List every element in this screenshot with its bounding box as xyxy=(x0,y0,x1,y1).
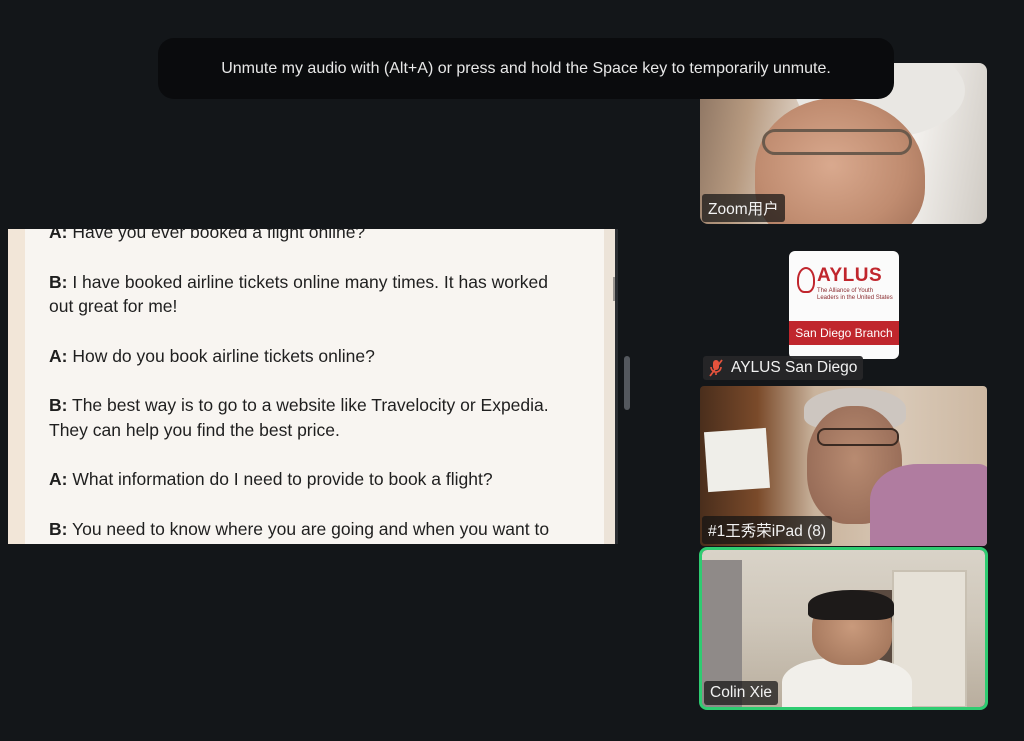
participant-tile-colin-xie[interactable]: Colin Xie xyxy=(699,547,988,710)
shared-screen[interactable]: A: Have you ever booked a flight online?… xyxy=(8,229,618,544)
split-divider-handle[interactable] xyxy=(624,356,630,410)
unmute-hint-toast: Unmute my audio with (Alt+A) or press an… xyxy=(158,38,894,99)
participant-name-tag: Colin Xie xyxy=(704,681,779,705)
aylus-tagline: The Alliance of Youth Leaders in the Uni… xyxy=(817,288,893,301)
aylus-logo: AYLUS xyxy=(817,265,883,286)
participant-tile-ipad[interactable]: #1王秀荣iPad (8) xyxy=(700,386,987,546)
participant-name-tag: AYLUS San Diego xyxy=(703,356,864,380)
dialogue-line: A: How do you book airline tickets onlin… xyxy=(49,345,375,366)
zoom-meeting-window: Unmute my audio with (Alt+A) or press an… xyxy=(0,0,1024,741)
dialogue-line: out great for me! xyxy=(49,296,178,316)
dialogue-line: B: You need to know where you are going … xyxy=(49,518,550,539)
shared-screen-edge xyxy=(615,229,618,544)
participant-name-tag: #1王秀荣iPad (8) xyxy=(702,516,833,544)
participant-avatar-aylus[interactable]: AYLUS The Alliance of Youth Leaders in t… xyxy=(789,251,899,359)
dialogue-line: They can help you find the best price. xyxy=(49,419,340,440)
lightbulb-icon xyxy=(797,267,815,293)
dialogue-line: A: Have you ever booked a flight online? xyxy=(49,229,366,242)
dialogue-line: B: The best way is to go to a website li… xyxy=(49,395,549,415)
dialogue-line: B: I have booked airline tickets online … xyxy=(49,271,548,292)
mic-off-icon xyxy=(709,359,723,377)
dialogue-text: A: Have you ever booked a flight online?… xyxy=(49,229,589,541)
aylus-branch-banner: San Diego Branch xyxy=(789,321,899,345)
participant-name-tag: Zoom用户 xyxy=(702,194,785,222)
toast-message: Unmute my audio with (Alt+A) or press an… xyxy=(221,59,831,77)
dialogue-line: A: What information do I need to provide… xyxy=(49,469,493,489)
